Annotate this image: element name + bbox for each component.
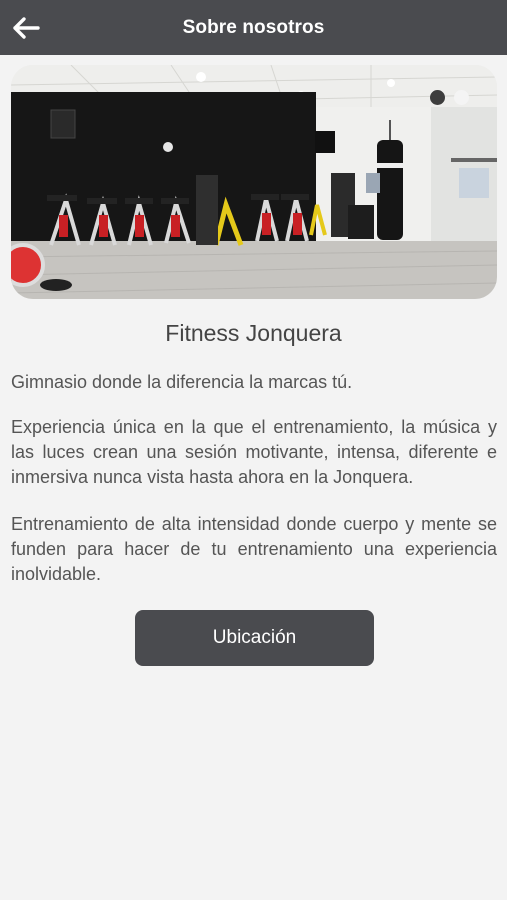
- image-carousel[interactable]: [11, 65, 497, 299]
- description-paragraph-3: Entrenamiento de alta intensidad donde c…: [11, 514, 497, 584]
- description-paragraph-1: Gimnasio donde la diferencia la marcas t…: [11, 372, 353, 392]
- carousel-indicator: [430, 90, 469, 105]
- arrow-left-icon: [13, 17, 40, 39]
- description-paragraph-2: Experiencia única en la que el entrenami…: [11, 417, 497, 487]
- gym-photo: [11, 65, 497, 299]
- carousel-dot-1[interactable]: [430, 90, 445, 105]
- page-title: Sobre nosotros: [182, 16, 325, 38]
- carousel-dot-2[interactable]: [454, 90, 469, 105]
- gym-name-heading: Fitness Jonquera: [165, 320, 342, 346]
- location-button[interactable]: Ubicación: [135, 610, 374, 666]
- back-button[interactable]: [8, 10, 44, 46]
- app-header: Sobre nosotros: [0, 0, 507, 55]
